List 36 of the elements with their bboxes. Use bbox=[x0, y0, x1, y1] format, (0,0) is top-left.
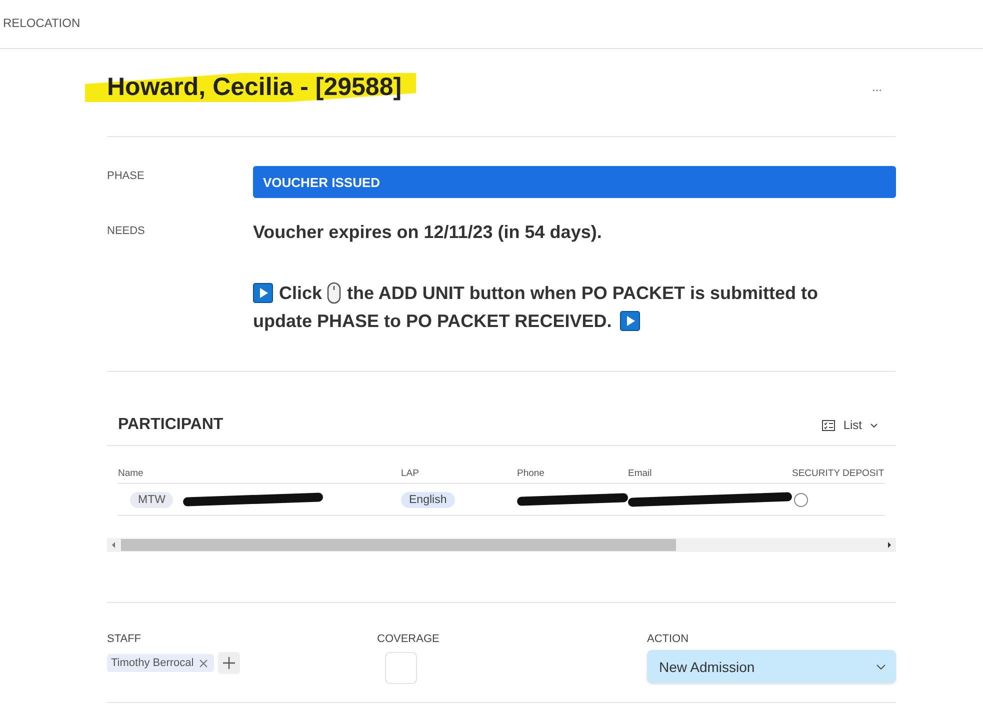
field-label: PHASE bbox=[107, 169, 146, 184]
coverage-checkbox[interactable] bbox=[385, 652, 417, 684]
column-header: SECURITY DEPOSIT bbox=[792, 468, 884, 479]
field-label: NEEDS bbox=[107, 224, 146, 239]
more-button[interactable]: ... bbox=[868, 80, 886, 94]
column-header: Email bbox=[628, 468, 652, 479]
field-label: STAFF bbox=[107, 633, 142, 645]
column-header: LAP bbox=[401, 468, 419, 479]
tag-chip: MTW bbox=[130, 492, 174, 508]
column-header: Name bbox=[118, 468, 144, 479]
instruction-text: Click bbox=[279, 282, 322, 305]
deposit-checkbox[interactable] bbox=[794, 492, 808, 506]
mouse-icon bbox=[327, 282, 342, 304]
column-header: Phone bbox=[517, 468, 544, 479]
person-name: Timothy Berrocal bbox=[111, 657, 194, 669]
add-button[interactable] bbox=[218, 652, 240, 674]
horizontal-scrollbar[interactable] bbox=[107, 538, 896, 552]
remove-icon[interactable] bbox=[198, 658, 208, 668]
instruction-text: update PHASE to PO PACKET RECEIVED. bbox=[253, 310, 612, 333]
needs-text: Voucher expires on 12/11/23 (in 54 days). bbox=[253, 221, 603, 244]
field-label: ACTION bbox=[647, 633, 690, 645]
plus-icon bbox=[222, 657, 235, 669]
play-icon bbox=[620, 311, 640, 331]
caret-icon bbox=[870, 422, 878, 428]
instruction-text: the ADD UNIT button when PO PACKET is submitted to bbox=[347, 282, 818, 305]
play-icon bbox=[253, 283, 273, 303]
language-chip: English bbox=[401, 492, 455, 508]
action-dropdown[interactable]: New Admission bbox=[647, 650, 896, 683]
phase-status: VOUCHER ISSUED bbox=[253, 166, 896, 198]
record-title: Howard, Cecilia - [29588] bbox=[85, 72, 416, 102]
caret-icon bbox=[876, 664, 886, 670]
view-dropdown[interactable]: List bbox=[822, 418, 886, 432]
checklist-icon bbox=[822, 420, 836, 430]
section-title: PARTICIPANT bbox=[118, 416, 224, 434]
page-title: RELOCATION bbox=[3, 16, 80, 30]
field-label: COVERAGE bbox=[377, 633, 440, 645]
